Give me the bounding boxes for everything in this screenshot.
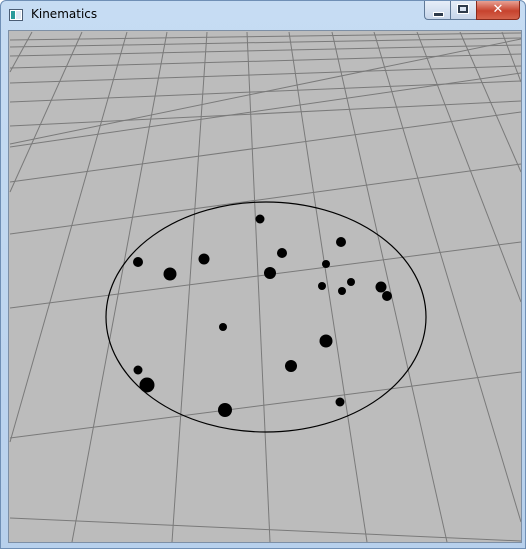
grid-line	[373, 31, 521, 523]
title-bar[interactable]: Kinematics ✕	[1, 1, 525, 29]
ball[interactable]	[219, 323, 227, 331]
ball[interactable]	[218, 403, 232, 417]
grid-line	[9, 53, 521, 69]
ball[interactable]	[347, 278, 355, 286]
ball[interactable]	[133, 365, 143, 375]
minimize-icon	[433, 12, 444, 17]
grid-line	[9, 371, 521, 439]
maximize-icon	[457, 4, 469, 14]
ball[interactable]	[198, 253, 210, 265]
ball[interactable]	[338, 287, 346, 295]
ball[interactable]	[335, 397, 345, 407]
ball[interactable]	[318, 282, 326, 290]
grid-line	[459, 31, 521, 173]
ball[interactable]	[277, 248, 287, 258]
window-controls: ✕	[424, 1, 520, 21]
ball[interactable]	[255, 214, 265, 224]
ball[interactable]	[322, 260, 330, 268]
grid-line	[9, 31, 128, 443]
ball[interactable]	[264, 267, 276, 279]
close-button[interactable]: ✕	[476, 1, 520, 20]
maximize-button[interactable]	[450, 1, 476, 20]
floor-grid	[9, 31, 521, 542]
ball[interactable]	[375, 281, 387, 293]
scene-viewport[interactable]	[8, 30, 522, 543]
ball[interactable]	[319, 334, 333, 348]
ball[interactable]	[133, 257, 143, 267]
grid-line	[71, 31, 168, 542]
grid-line	[9, 65, 521, 84]
ball[interactable]	[382, 291, 392, 301]
scene-canvas[interactable]	[9, 31, 521, 542]
grid-line	[331, 31, 448, 542]
ball[interactable]	[285, 360, 297, 372]
minimize-button[interactable]	[424, 1, 450, 20]
ball[interactable]	[336, 237, 346, 247]
ball[interactable]	[163, 267, 177, 281]
grid-line	[9, 80, 521, 103]
app-window-icon[interactable]	[9, 9, 23, 21]
grid-line	[9, 31, 33, 73]
grid-line	[288, 31, 368, 542]
window-title: Kinematics	[31, 7, 98, 21]
app-window: Kinematics ✕	[0, 0, 526, 549]
grid-line	[416, 31, 521, 303]
window-bottom-border[interactable]	[1, 542, 525, 548]
grid-line	[171, 31, 208, 542]
ball[interactable]	[139, 377, 155, 393]
grid-line	[246, 31, 271, 542]
close-icon: ✕	[492, 2, 504, 17]
